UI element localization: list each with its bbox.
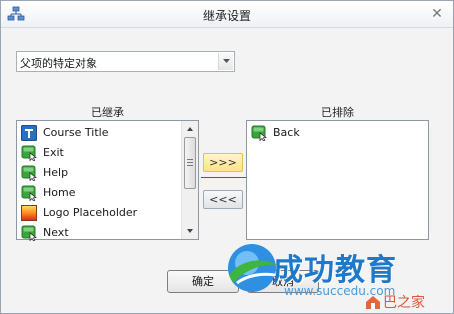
excluded-listbox[interactable]: Back [246, 120, 429, 240]
list-item-label: Exit [43, 146, 64, 159]
list-item-label: Back [273, 126, 300, 139]
excluded-list-title: 已排除 [321, 106, 354, 119]
list-item-label: Logo Placeholder [43, 206, 138, 219]
scrollbar-thumb[interactable] [184, 137, 196, 189]
separator-line [201, 177, 249, 178]
dropdown-selected-value: 父项的特定对象 [20, 57, 97, 70]
exclude-button[interactable]: >>> [203, 153, 243, 172]
dialog-title: 继承设置 [202, 9, 251, 23]
chevron-down-icon [223, 59, 230, 63]
watermark-badge: 巴之家 [365, 292, 425, 312]
list-item-next[interactable]: Next [21, 223, 69, 242]
image-placeholder-icon [21, 204, 37, 221]
inheritance-settings-dialog: 继承设置 ✕ 父项的特定对象 已继承 Course Title Exit Hel… [0, 0, 454, 314]
button-icon [21, 145, 37, 161]
watermark-badge-text: 巴之家 [383, 295, 425, 311]
button-icon [251, 125, 267, 141]
button-icon [21, 185, 37, 201]
include-button[interactable]: <<< [203, 190, 243, 209]
list-item-label: Home [43, 186, 76, 199]
watermark-brand: 成功教育 [273, 253, 397, 288]
list-item-label: Next [43, 226, 69, 239]
title-bar: 继承设置 ✕ [1, 1, 453, 28]
close-button[interactable]: ✕ [429, 6, 445, 22]
title-icon [21, 124, 37, 141]
list-item-back[interactable]: Back [251, 123, 300, 142]
list-item-label: Course Title [43, 126, 109, 139]
list-item-home[interactable]: Home [21, 183, 75, 202]
dropdown-toggle[interactable] [218, 53, 233, 70]
scroll-up-arrow-icon[interactable] [182, 122, 198, 136]
inherited-listbox[interactable]: Course Title Exit Help Home Logo Placeho… [16, 120, 199, 242]
inherit-source-dropdown[interactable]: 父项的特定对象 [16, 51, 235, 72]
button-icon [21, 225, 37, 241]
list-item-help[interactable]: Help [21, 163, 68, 182]
house-icon [366, 296, 380, 309]
list-item-logo-placeholder[interactable]: Logo Placeholder [21, 203, 137, 222]
button-icon [21, 165, 37, 181]
scroll-down-arrow-icon[interactable] [182, 224, 198, 238]
vertical-scrollbar[interactable] [181, 121, 198, 239]
inherited-list-title: 已继承 [91, 106, 124, 119]
list-item-course-title[interactable]: Course Title [21, 123, 108, 142]
list-item-label: Help [43, 166, 69, 179]
list-item-exit[interactable]: Exit [21, 143, 64, 162]
